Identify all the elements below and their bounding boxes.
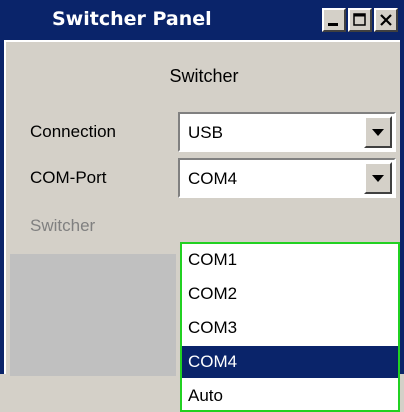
dropdown-option-auto[interactable]: Auto [182, 380, 398, 412]
connection-label: Connection [30, 122, 117, 141]
dropdown-option-com4[interactable]: COM4 [182, 346, 398, 378]
dropdown-option-com1[interactable]: COM1 [182, 244, 398, 276]
com-port-label: COM-Port [30, 168, 107, 187]
com-port-dropdown-button[interactable] [364, 162, 392, 194]
com-port-dropdown-list[interactable]: COM1 COM2 COM3 COM4 Auto [180, 242, 400, 412]
window-title: Switcher Panel [52, 8, 212, 30]
minimize-icon [328, 23, 338, 26]
close-icon [380, 14, 392, 26]
connection-value: USB [188, 123, 223, 142]
dropdown-option-com3[interactable]: COM3 [182, 312, 398, 344]
close-button[interactable] [374, 8, 398, 32]
chevron-down-icon [372, 174, 384, 182]
section-title: Switcher [169, 66, 239, 86]
dropdown-option-com2[interactable]: COM2 [182, 278, 398, 310]
chevron-down-icon [372, 128, 384, 136]
maximize-button[interactable] [348, 8, 372, 32]
switcher-label: Switcher [30, 216, 96, 235]
connection-dropdown-button[interactable] [364, 116, 392, 148]
connection-select[interactable]: USB [178, 112, 396, 152]
switcher-panel-window: Switcher Panel Switcher Connection USB C… [0, 0, 404, 412]
com-port-select[interactable]: COM4 [178, 158, 396, 198]
title-bar[interactable]: Switcher Panel [4, 0, 400, 40]
minimize-button[interactable] [322, 8, 346, 32]
panel-content: Switcher Connection USB COM-Port COM4 Sw… [4, 40, 400, 412]
com-port-value: COM4 [188, 169, 238, 188]
lower-panel-area [10, 254, 176, 376]
maximize-icon [353, 13, 366, 26]
